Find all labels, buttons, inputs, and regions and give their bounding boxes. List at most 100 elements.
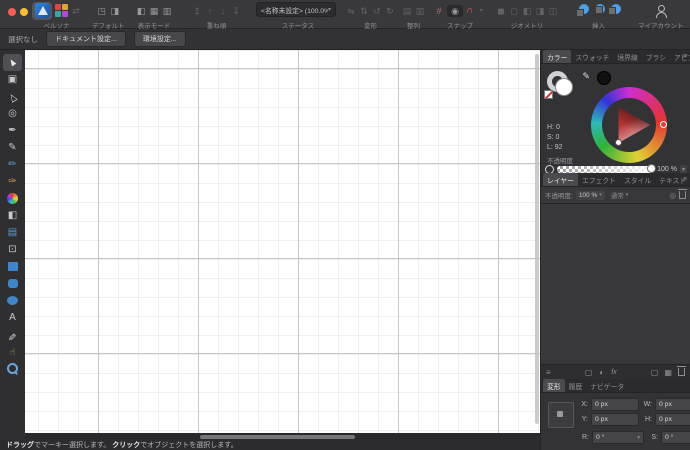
opacity-slider-knob[interactable] xyxy=(647,164,657,173)
panel-menu-icon[interactable]: ≡ xyxy=(683,50,687,63)
move-backward-icon[interactable]: ↓ xyxy=(218,6,228,16)
vertical-scrollbar[interactable] xyxy=(535,54,539,424)
preferences-button[interactable]: 環境設定... xyxy=(133,31,186,47)
vector-crop-tool[interactable]: ⊡ xyxy=(3,241,22,258)
tab-color[interactable]: カラー xyxy=(543,50,572,63)
artistic-text-tool[interactable]: A xyxy=(3,309,22,326)
node-tool[interactable]: △ xyxy=(3,88,22,105)
x-input[interactable]: 0 px xyxy=(591,398,639,411)
geometry-intersect-icon[interactable]: ◧ xyxy=(522,6,532,16)
corner-tool[interactable]: ✑ xyxy=(3,173,22,190)
document-canvas[interactable] xyxy=(25,50,540,433)
geometry-divide-icon[interactable]: ◫ xyxy=(548,6,558,16)
close-button[interactable] xyxy=(8,8,16,16)
view-tool[interactable]: ☝ xyxy=(3,343,22,360)
zoom-tool[interactable] xyxy=(3,360,22,377)
delete-layer-icon[interactable] xyxy=(677,366,686,376)
rounded-rectangle-tool[interactable] xyxy=(3,275,22,292)
opacity-value[interactable]: 100 % xyxy=(657,166,677,173)
tab-styles[interactable]: スタイル xyxy=(620,173,655,186)
edit-all-layers-icon[interactable]: ≡ xyxy=(546,368,551,377)
artboard-tool[interactable]: ▣ xyxy=(3,71,22,88)
y-input[interactable]: 0 px xyxy=(591,413,639,426)
outline-view-icon[interactable]: ◧ xyxy=(136,6,146,16)
distribute-icon[interactable]: ▥ xyxy=(415,6,425,16)
rotation-input[interactable]: 0 ° ▾ xyxy=(592,431,644,444)
saturation-lightness-selector[interactable] xyxy=(615,139,622,146)
grid-icon[interactable]: # xyxy=(434,6,444,16)
geometry-xor-icon[interactable]: ◨ xyxy=(535,6,545,16)
rectangle-tool[interactable] xyxy=(3,258,22,275)
designer-persona-icon[interactable] xyxy=(32,1,52,20)
tab-appearance[interactable]: アピアランス xyxy=(670,50,690,63)
ellipse-tool[interactable] xyxy=(3,292,22,309)
secondary-color-swatch[interactable] xyxy=(597,71,611,85)
tab-navigator[interactable]: ナビゲータ xyxy=(586,379,628,392)
document-settings-button[interactable]: ドキュメント設定... xyxy=(46,31,126,47)
document-selector[interactable]: <名称未設定> (100.0%) ▾ xyxy=(256,2,336,17)
layer-opacity-dropdown[interactable]: 100 % ▾ xyxy=(575,190,605,200)
w-input[interactable]: 0 px xyxy=(655,398,690,411)
my-account-icon[interactable] xyxy=(655,4,667,18)
lock-icon[interactable] xyxy=(678,189,687,199)
snapping-magnet-icon[interactable]: ∩ xyxy=(466,5,473,16)
pixel-persona-icon[interactable] xyxy=(55,4,68,17)
split-view-icon[interactable]: ▥ xyxy=(162,6,172,16)
rotate-cw-icon[interactable]: ↻ xyxy=(385,6,395,16)
minimize-button[interactable] xyxy=(20,8,28,16)
add-layer-icon[interactable]: ▢ xyxy=(651,368,659,377)
opacity-slider[interactable] xyxy=(557,164,657,173)
revert-defaults-icon[interactable]: ◨ xyxy=(110,6,120,16)
blend-options-icon[interactable]: ◎ xyxy=(669,191,676,200)
insert-inside-icon[interactable] xyxy=(592,4,605,17)
tab-swatches[interactable]: スウォッチ xyxy=(571,50,613,63)
no-color-swatch[interactable] xyxy=(544,90,553,99)
color-picker-tool[interactable]: ✐ xyxy=(3,326,22,343)
insert-behind-icon[interactable] xyxy=(576,4,589,17)
insert-on-top-icon[interactable] xyxy=(608,4,621,17)
blend-mode-dropdown[interactable]: 通常 ▾ xyxy=(608,189,632,201)
eyedropper-icon[interactable]: ✐ xyxy=(579,72,590,80)
pencil-tool[interactable]: ✎ xyxy=(3,139,22,156)
move-tool[interactable]: ▲ xyxy=(3,54,22,71)
transform-studio-tabs: 変形 履歴 ナビゲータ xyxy=(541,379,690,393)
tab-effects[interactable]: エフェクト xyxy=(578,173,620,186)
tab-transform[interactable]: 変形 xyxy=(543,379,565,392)
alignment-icon[interactable]: ▤ xyxy=(402,6,412,16)
synchronize-defaults-icon[interactable]: ◳ xyxy=(97,6,107,16)
panel-menu-icon[interactable]: ≡ xyxy=(683,173,687,186)
vector-brush-tool[interactable]: ✏ xyxy=(3,156,22,173)
tab-layers[interactable]: レイヤー xyxy=(543,173,578,186)
pen-tool[interactable]: ✒ xyxy=(3,122,22,139)
mask-layer-icon[interactable]: ▢ xyxy=(585,368,593,377)
snapping-options-icon[interactable]: ◉ xyxy=(447,4,463,17)
h-input[interactable]: 0 px xyxy=(655,413,690,426)
tab-history[interactable]: 履歴 xyxy=(565,379,587,392)
pixel-view-icon[interactable]: ▦ xyxy=(149,6,159,16)
geometry-subtract-icon[interactable]: ◻ xyxy=(509,6,519,16)
fill-tool[interactable] xyxy=(3,190,22,207)
add-group-icon[interactable]: ▦ xyxy=(664,368,672,377)
move-to-front-icon[interactable]: ↥ xyxy=(192,6,202,16)
move-forward-icon[interactable]: ↑ xyxy=(205,6,215,16)
geometry-add-icon[interactable]: ◼ xyxy=(496,6,506,16)
move-to-back-icon[interactable]: ↧ xyxy=(231,6,241,16)
tab-stroke[interactable]: 境界線 xyxy=(613,50,641,63)
place-image-tool[interactable]: ▤ xyxy=(3,224,22,241)
shear-input[interactable]: 0 °▾ xyxy=(661,431,690,444)
transparency-tool[interactable]: ◧ xyxy=(3,207,22,224)
fill-swatch[interactable] xyxy=(555,78,573,96)
anchor-point-selector[interactable] xyxy=(548,402,574,428)
point-transform-tool[interactable]: ◎ xyxy=(3,105,22,122)
layers-list[interactable] xyxy=(541,204,690,364)
layer-effects-icon[interactable]: fx xyxy=(611,368,616,377)
adjustment-layer-icon[interactable]: ◐ xyxy=(599,368,604,377)
export-persona-icon[interactable]: ⇄ xyxy=(71,6,81,16)
tab-brush[interactable]: ブラシ xyxy=(642,50,670,63)
flip-horizontal-icon[interactable]: ⇋ xyxy=(346,6,356,16)
horizontal-scrollbar[interactable] xyxy=(200,435,355,439)
snap-caret-icon[interactable]: ▾ xyxy=(476,6,486,16)
flip-vertical-icon[interactable]: ⇅ xyxy=(359,6,369,16)
hue-selector[interactable] xyxy=(660,121,667,128)
rotate-ccw-icon[interactable]: ↺ xyxy=(372,6,382,16)
